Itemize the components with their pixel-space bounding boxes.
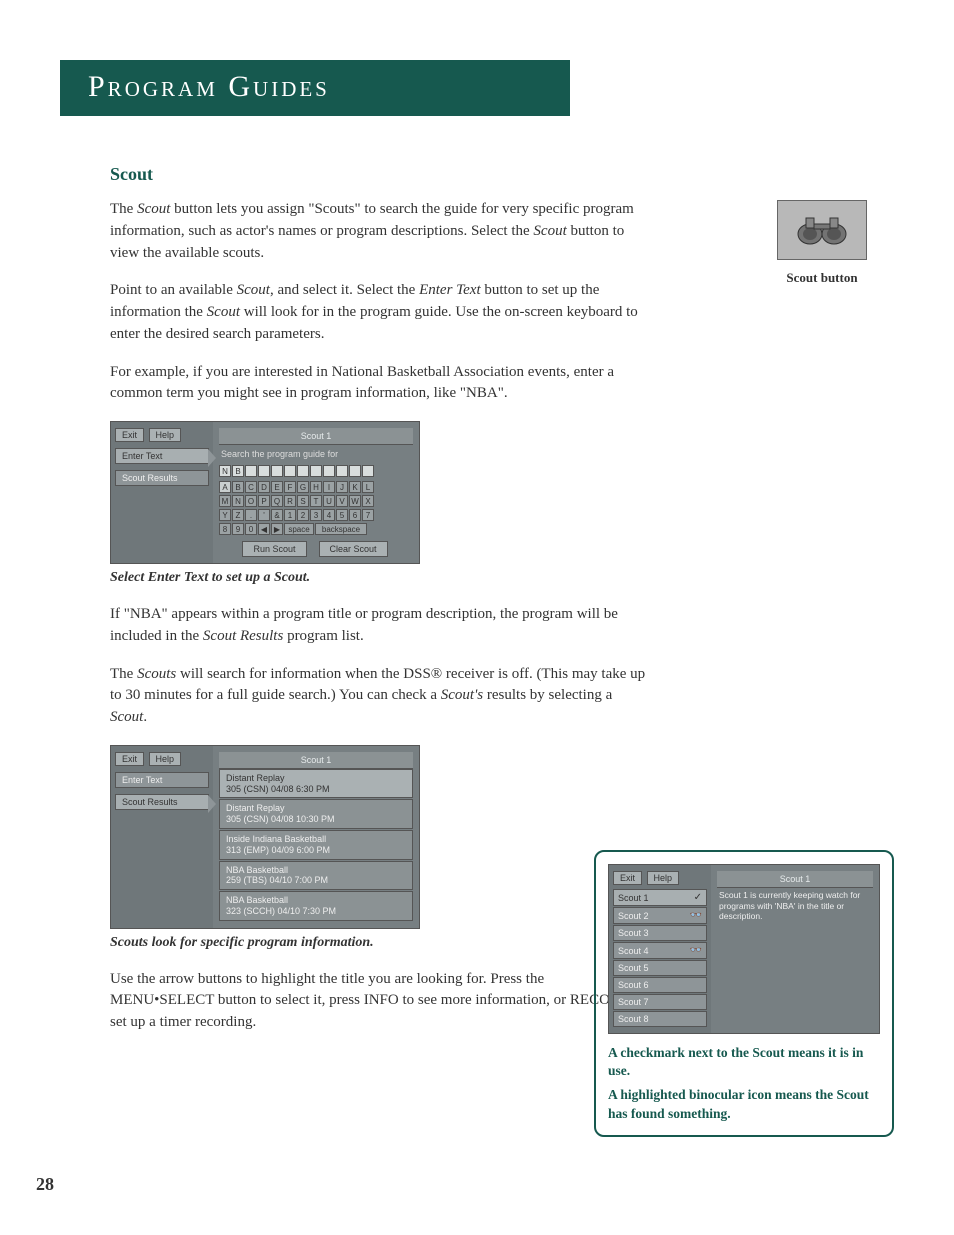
tv-title: Scout 1 xyxy=(219,428,413,445)
result-row[interactable]: NBA Basketball323 (SCCH) 04/10 7:30 PM xyxy=(219,891,413,921)
binoculars-icon: 👓 xyxy=(690,945,702,956)
binoculars-icon: 👓 xyxy=(690,910,702,921)
scout-list-item[interactable]: Scout 2👓 xyxy=(613,907,707,924)
tv-menu-scout-results[interactable]: Scout Results xyxy=(115,470,209,486)
page-title-bar: Program Guides xyxy=(60,60,570,116)
scout-list-item[interactable]: Scout 1✓ xyxy=(613,889,707,906)
caption-1: Select Enter Text to set up a Scout. xyxy=(110,570,650,586)
scout-list-item[interactable]: Scout 6 xyxy=(613,977,707,993)
result-row[interactable]: NBA Basketball259 (TBS) 04/10 7:00 PM xyxy=(219,861,413,891)
tv-keyboard-row3[interactable]: YZ.'&1234567 xyxy=(219,509,413,521)
scout-list-item[interactable]: Scout 4👓 xyxy=(613,942,707,959)
tv-keyboard-row1[interactable]: ABCDEFGHIJKL xyxy=(219,481,413,493)
page-number: 28 xyxy=(36,1174,54,1195)
tv-clear-scout-button[interactable]: Clear Scout xyxy=(319,541,388,557)
callout-box: Exit Help Scout 1✓ Scout 2👓 Scout 3 Scou… xyxy=(594,850,894,1137)
tv-subtitle: Search the program guide for xyxy=(219,445,413,463)
tv-exit-button[interactable]: Exit xyxy=(115,752,144,766)
tv-keyboard-row2[interactable]: MNOPQRSTUVWX xyxy=(219,495,413,507)
tv-menu-scout-results[interactable]: Scout Results xyxy=(115,794,209,810)
tv-description: Scout 1 is currently keeping watch for p… xyxy=(717,888,873,924)
scout-list-item[interactable]: Scout 7 xyxy=(613,994,707,1010)
scout-list-item[interactable]: Scout 8 xyxy=(613,1011,707,1027)
screenshot-scout-list: Exit Help Scout 1✓ Scout 2👓 Scout 3 Scou… xyxy=(608,864,880,1034)
tv-keyboard-row4[interactable]: 890◀▶spacebackspace xyxy=(219,523,413,535)
tv-title: Scout 1 xyxy=(219,752,413,769)
tv-entry-box: NB xyxy=(219,465,413,477)
scout-list-item[interactable]: Scout 3 xyxy=(613,925,707,941)
tv-menu-enter-text[interactable]: Enter Text xyxy=(115,448,209,464)
scout-list-item[interactable]: Scout 5 xyxy=(613,960,707,976)
paragraph-4: If "NBA" appears within a program title … xyxy=(110,604,650,648)
result-row[interactable]: Inside Indiana Basketball313 (EMP) 04/09… xyxy=(219,830,413,860)
tv-run-scout-button[interactable]: Run Scout xyxy=(242,541,306,557)
tv-exit-button[interactable]: Exit xyxy=(613,871,642,885)
paragraph-2: Point to an available Scout, and select … xyxy=(110,280,650,345)
tv-title: Scout 1 xyxy=(717,871,873,888)
tv-exit-button[interactable]: Exit xyxy=(115,428,144,442)
callout-note-2: A highlighted binocular icon means the S… xyxy=(608,1086,880,1122)
result-row[interactable]: Distant Replay305 (CSN) 04/08 6:30 PM xyxy=(219,769,413,799)
section-heading-scout: Scout xyxy=(110,164,650,185)
tv-menu-enter-text[interactable]: Enter Text xyxy=(115,772,209,788)
check-icon: ✓ xyxy=(694,892,702,903)
paragraph-5: The Scouts will search for information w… xyxy=(110,664,650,729)
paragraph-3: For example, if you are interested in Na… xyxy=(110,362,650,406)
paragraph-6: Use the arrow buttons to highlight the t… xyxy=(110,969,650,1034)
callout-note-1: A checkmark next to the Scout means it i… xyxy=(608,1044,880,1080)
caption-2: Scouts look for specific program informa… xyxy=(110,935,650,951)
screenshot-scout-results: Exit Help Enter Text Scout Results Scout… xyxy=(110,745,420,929)
tv-help-button[interactable]: Help xyxy=(647,871,680,885)
paragraph-1: The Scout button lets you assign "Scouts… xyxy=(110,199,650,264)
result-row[interactable]: Distant Replay305 (CSN) 04/08 10:30 PM xyxy=(219,799,413,829)
tv-help-button[interactable]: Help xyxy=(149,428,182,442)
tv-help-button[interactable]: Help xyxy=(149,752,182,766)
screenshot-enter-text: Exit Help Enter Text Scout Results Scout… xyxy=(110,421,420,564)
